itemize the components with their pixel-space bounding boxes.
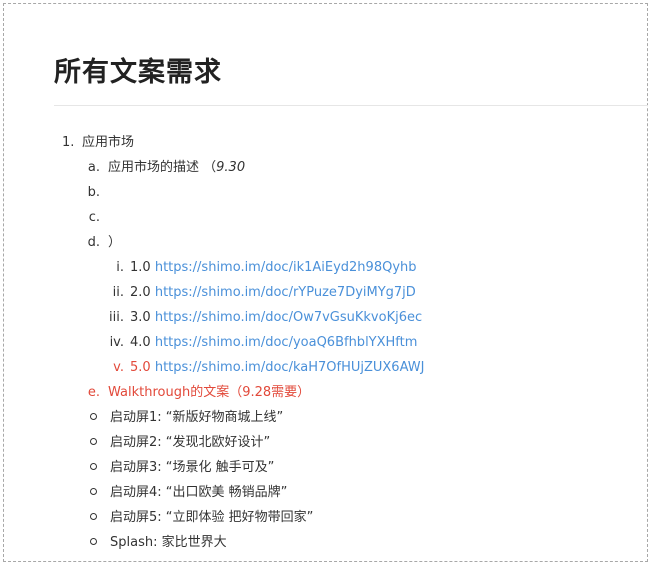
list-item-c: c. — [86, 208, 108, 228]
bullet-text: Splash: 家比世界大 — [110, 535, 227, 550]
version-item-2: ii. 2.0 https://shimo.im/doc/rYPuze7DyiMY… — [106, 283, 416, 303]
bullet-item: 启动屏1: “新版好物商城上线” — [90, 408, 283, 428]
version-item-1: i. 1.0 https://shimo.im/doc/ik1AiEyd2h98Q… — [106, 258, 417, 278]
bullet-text: 启动屏3: “场景化 触手可及” — [110, 460, 275, 475]
bullet-item: Splash: 家比世界大 — [90, 533, 227, 553]
doc-link[interactable]: https://shimo.im/doc/yoaQ6BfhblYXHftm — [155, 335, 418, 350]
bullet-item: 启动屏3: “场景化 触手可及” — [90, 458, 274, 478]
list-item-text: 应用市场的描述 （ — [108, 160, 217, 175]
version-label: 4.0 — [130, 335, 151, 350]
list-marker: d. — [87, 235, 100, 250]
list-marker: iii. — [109, 310, 124, 325]
bullet-circle-icon — [90, 458, 100, 478]
list-marker: v. — [113, 360, 124, 375]
list-item-text: 应用市场 — [82, 135, 135, 150]
bullet-circle-icon — [90, 533, 100, 553]
version-item-4: iv. 4.0 https://shimo.im/doc/yoaQ6BfhblYX… — [106, 333, 418, 353]
list-item-date: 9.30 — [216, 160, 246, 175]
list-marker: 1. — [62, 135, 75, 150]
list-item-1: 1. 应用市场 — [62, 133, 134, 153]
version-label: 3.0 — [130, 310, 151, 325]
doc-link[interactable]: https://shimo.im/doc/ik1AiEyd2h98Qyhb — [155, 260, 417, 275]
list-item-a: a. 应用市场的描述 （9.30 — [86, 158, 245, 178]
list-item-d: d. ） — [86, 233, 121, 253]
bullet-text: 启动屏4: “出口欧美 畅销品牌” — [110, 485, 288, 500]
list-item-text: ） — [108, 235, 122, 250]
bullet-circle-icon — [90, 483, 100, 503]
bullet-text: 启动屏2: “发现北欧好设计” — [110, 435, 271, 450]
list-marker: e. — [87, 385, 100, 400]
list-marker: ii. — [112, 285, 124, 300]
bullet-item: 启动屏4: “出口欧美 畅销品牌” — [90, 483, 287, 503]
bullet-item: 启动屏5: “立即体验 把好物带回家” — [90, 508, 313, 528]
doc-link[interactable]: https://shimo.im/doc/Ow7vGsuKkvoKj6ec — [155, 310, 422, 325]
list-marker: b. — [87, 185, 100, 200]
bullet-circle-icon — [90, 433, 100, 453]
bullet-item: 启动屏2: “发现北欧好设计” — [90, 433, 270, 453]
bullet-circle-icon — [90, 408, 100, 428]
version-item-5: v. 5.0 https://shimo.im/doc/kaH7OfHUjZUX6… — [106, 358, 424, 378]
list-item-text: Walkthrough的文案（9.28需要） — [108, 385, 311, 400]
version-label: 2.0 — [130, 285, 151, 300]
list-item-b: b. — [86, 183, 108, 203]
list-item-e: e. Walkthrough的文案（9.28需要） — [86, 383, 310, 403]
title-divider — [54, 105, 648, 106]
bullet-text: 启动屏1: “新版好物商城上线” — [110, 410, 284, 425]
bullet-text: 启动屏5: “立即体验 把好物带回家” — [110, 510, 314, 525]
doc-link[interactable]: https://shimo.im/doc/kaH7OfHUjZUX6AWJ — [155, 360, 425, 375]
version-label: 5.0 — [130, 360, 151, 375]
list-marker: iv. — [109, 335, 124, 350]
list-marker: i. — [116, 260, 124, 275]
version-label: 1.0 — [130, 260, 151, 275]
bullet-circle-icon — [90, 508, 100, 528]
page-title: 所有文案需求 — [54, 57, 222, 88]
list-marker: c. — [88, 210, 100, 225]
version-item-3: iii. 3.0 https://shimo.im/doc/Ow7vGsuKkvo… — [106, 308, 422, 328]
list-marker: a. — [87, 160, 100, 175]
doc-link[interactable]: https://shimo.im/doc/rYPuze7DyiMYg7jD — [155, 285, 416, 300]
